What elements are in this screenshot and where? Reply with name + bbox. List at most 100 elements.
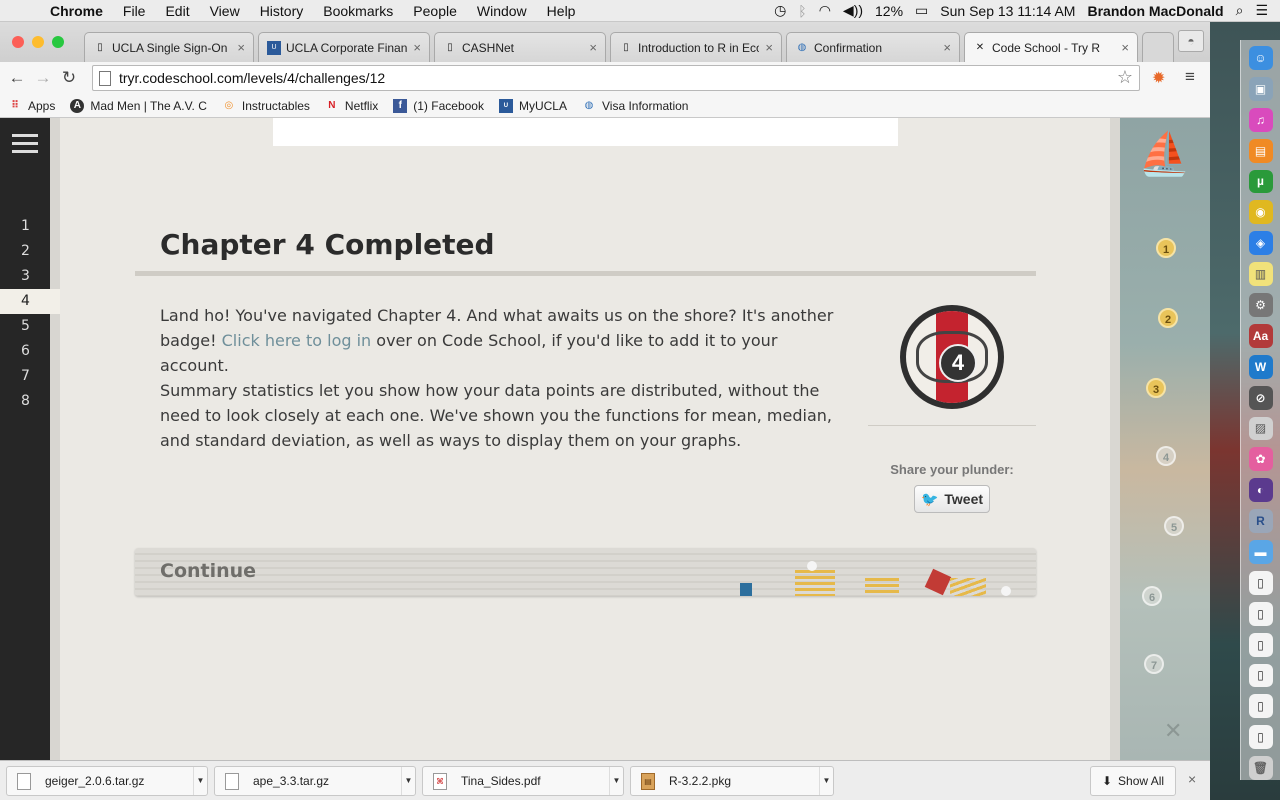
tab-confirmation[interactable]: ◍ Confirmation × (786, 32, 960, 62)
level-link-7[interactable]: 7 (0, 364, 50, 389)
ibooks-icon[interactable]: ▤ (1248, 138, 1273, 163)
close-tab-icon[interactable]: × (765, 40, 773, 55)
back-button[interactable]: ← (4, 68, 30, 88)
extension-icon[interactable]: ✹ (1152, 68, 1165, 88)
download-menu-chevron-icon[interactable]: ▼ (819, 767, 833, 795)
level-link-8[interactable]: 8 (0, 389, 50, 414)
document-icon[interactable]: ▯ (1248, 694, 1273, 719)
level-link-6[interactable]: 6 (0, 339, 50, 364)
download-item[interactable]: ▤ R-3.2.2.pkg ▼ (630, 766, 834, 796)
trash-icon[interactable]: 🗑 (1248, 756, 1273, 780)
download-item[interactable]: geiger_2.0.6.tar.gz ▼ (6, 766, 208, 796)
download-menu-chevron-icon[interactable]: ▼ (401, 767, 415, 795)
bookmark-netflix[interactable]: N Netflix (325, 99, 378, 113)
document-icon[interactable]: ▯ (1248, 663, 1273, 688)
download-menu-chevron-icon[interactable]: ▼ (609, 767, 623, 795)
level-link-3[interactable]: 3 (0, 264, 50, 289)
level-link-4[interactable]: 4 (0, 289, 60, 314)
log-in-link[interactable]: Click here to log in (222, 331, 372, 350)
finder-icon[interactable]: ☺ (1248, 46, 1273, 70)
menu-file[interactable]: File (113, 3, 156, 19)
battery-percent[interactable]: 12% (875, 3, 903, 19)
close-tab-icon[interactable]: × (413, 40, 421, 55)
map-stop-7[interactable]: 7 (1144, 654, 1164, 674)
close-tab-icon[interactable]: × (943, 40, 951, 55)
itunes-icon[interactable]: ♫ (1248, 107, 1273, 132)
spotlight-search-icon[interactable]: ⌕ (1236, 2, 1244, 19)
word-icon[interactable]: W (1248, 354, 1273, 379)
tab-cashnet[interactable]: ▯ CASHNet × (434, 32, 606, 62)
map-stop-3[interactable]: 3 (1146, 378, 1166, 398)
tab-intro-to-r[interactable]: ▯ Introduction to R in Eco × (610, 32, 782, 62)
notification-center-icon[interactable]: ☰ (1255, 2, 1268, 19)
tab-ucla-corporate[interactable]: U UCLA Corporate Financ × (258, 32, 430, 62)
folder-icon[interactable]: ▬ (1248, 540, 1273, 564)
chrome-icon[interactable]: ◉ (1248, 200, 1273, 225)
github-icon[interactable]: ◐ (1248, 478, 1273, 503)
map-stop-5[interactable]: 5 (1164, 516, 1184, 536)
bookmark-visa-information[interactable]: ◍ Visa Information (582, 99, 689, 113)
download-item[interactable]: ape_3.3.tar.gz ▼ (214, 766, 416, 796)
bookmark-facebook[interactable]: f (1) Facebook (393, 98, 484, 113)
bookmark-star-icon[interactable]: ☆ (1117, 67, 1133, 88)
map-stop-2[interactable]: 2 (1158, 308, 1178, 328)
user-name[interactable]: Brandon MacDonald (1087, 3, 1223, 19)
volume-icon[interactable]: ◀)) (843, 2, 863, 19)
bookmark-mad-men[interactable]: A Mad Men | The A.V. C (70, 98, 207, 113)
menu-people[interactable]: People (403, 3, 467, 19)
document-icon[interactable]: ▯ (1248, 570, 1273, 595)
r-app-icon[interactable]: R (1248, 509, 1273, 533)
profile-icon[interactable]: ◓ (1178, 30, 1204, 52)
new-tab-button[interactable] (1142, 32, 1174, 62)
system-preferences-icon[interactable]: ⚙ (1248, 293, 1273, 317)
zoom-window-button[interactable] (52, 36, 64, 48)
url-text[interactable]: tryr.codeschool.com/levels/4/challenges/… (119, 70, 385, 86)
tweet-button[interactable]: 🐦 Tweet (914, 485, 990, 513)
clock[interactable]: Sun Sep 13 11:14 AM (940, 3, 1075, 19)
map-stop-6[interactable]: 6 (1142, 586, 1162, 606)
close-tab-icon[interactable]: × (589, 40, 597, 55)
wifi-icon[interactable]: ◠ (819, 2, 831, 19)
safari-icon[interactable]: ◈ (1248, 231, 1273, 256)
chrome-menu-icon[interactable]: ≡ (1185, 67, 1195, 87)
level-link-2[interactable]: 2 (0, 239, 50, 264)
document-icon[interactable]: ▯ (1248, 632, 1273, 657)
app-icon[interactable]: ⊘ (1248, 385, 1273, 410)
document-icon[interactable]: ▯ (1248, 601, 1273, 626)
bookmark-instructables[interactable]: ◎ Instructables (222, 99, 310, 113)
preview-images-icon[interactable]: ▨ (1248, 416, 1273, 441)
download-item[interactable]: ⌘ Tina_Sides.pdf ▼ (422, 766, 624, 796)
battery-icon[interactable]: ▭ (915, 2, 928, 19)
close-tab-icon[interactable]: × (1121, 40, 1129, 55)
preview-icon[interactable]: ▣ (1248, 76, 1273, 101)
bookmark-myucla[interactable]: U MyUCLA (498, 98, 567, 113)
hamburger-menu-icon[interactable] (12, 134, 38, 158)
menu-history[interactable]: History (250, 3, 314, 19)
continue-button[interactable]: Continue (135, 548, 1036, 596)
map-stop-1[interactable]: 1 (1156, 238, 1176, 258)
utorrent-icon[interactable]: µ (1248, 169, 1273, 194)
menu-edit[interactable]: Edit (155, 3, 199, 19)
menu-help[interactable]: Help (537, 3, 586, 19)
menu-bookmarks[interactable]: Bookmarks (313, 3, 403, 19)
download-menu-chevron-icon[interactable]: ▼ (193, 767, 207, 795)
close-download-shelf-icon[interactable]: × (1188, 771, 1196, 787)
document-icon[interactable]: ▯ (1248, 725, 1273, 750)
forward-button[interactable]: → (30, 68, 56, 88)
tab-ucla-sso[interactable]: ▯ UCLA Single Sign-On × (84, 32, 254, 62)
bluetooth-icon[interactable]: ᛒ (798, 3, 806, 19)
bookmark-apps[interactable]: ⠿ Apps (8, 99, 55, 113)
minimize-window-button[interactable] (32, 36, 44, 48)
close-tab-icon[interactable]: × (237, 40, 245, 55)
tab-code-school-try-r[interactable]: ✕ Code School - Try R × (964, 32, 1138, 62)
reload-button[interactable]: ↻ (56, 68, 82, 88)
page-info-icon[interactable] (99, 70, 111, 86)
menu-app-chrome[interactable]: Chrome (40, 3, 113, 19)
menu-view[interactable]: View (200, 3, 250, 19)
menu-window[interactable]: Window (467, 3, 537, 19)
address-bar[interactable]: tryr.codeschool.com/levels/4/challenges/… (92, 65, 1140, 91)
photos-icon[interactable]: ✿ (1248, 447, 1273, 472)
level-link-1[interactable]: 1 (0, 214, 50, 239)
time-machine-icon[interactable]: ◷ (774, 2, 786, 19)
dictionary-icon[interactable]: Aa (1248, 323, 1273, 348)
